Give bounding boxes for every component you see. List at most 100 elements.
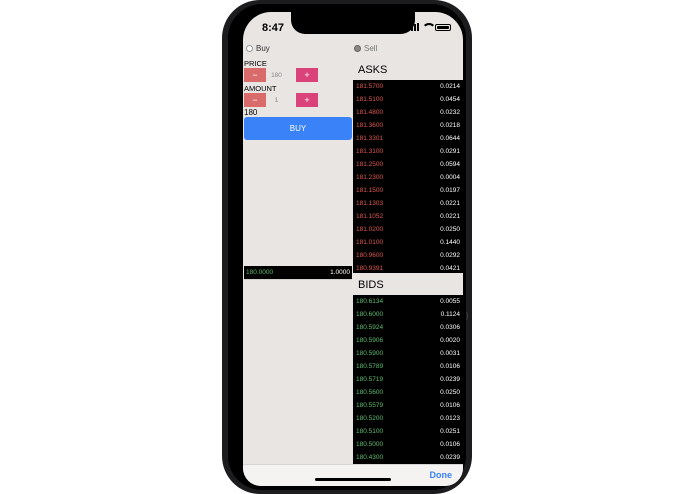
last-trade-amount: 1.0000 [330, 269, 350, 276]
amount-increment-button[interactable]: + [296, 93, 318, 107]
asks-amount: 0.0197 [440, 187, 460, 194]
asks-amount: 0.0221 [440, 213, 460, 220]
bids-row[interactable]: 180.5906 0.0020 [353, 334, 463, 347]
bids-price: 180.6134 [356, 298, 384, 305]
amount-input[interactable] [266, 93, 287, 107]
radio-selected-icon [354, 45, 361, 52]
price-decrement-button[interactable]: − [244, 68, 266, 82]
bids-price: 180.5000 [356, 441, 384, 448]
order-total: 180 [244, 108, 258, 117]
asks-row[interactable]: 181.0100 0.1440 [353, 236, 463, 249]
asks-amount: 0.0250 [440, 226, 460, 233]
bids-row[interactable]: 180.5924 0.0306 [353, 321, 463, 334]
asks-amount: 0.0218 [440, 122, 460, 129]
bids-price: 180.5600 [356, 389, 384, 396]
buy-button[interactable]: BUY [244, 117, 352, 140]
bids-price: 180.4300 [356, 454, 384, 461]
asks-price: 181.2500 [356, 161, 384, 168]
bids-price: 180.5100 [356, 428, 384, 435]
bids-row[interactable]: 180.5579 0.0106 [353, 399, 463, 412]
bids-price: 180.5200 [356, 415, 384, 422]
asks-row[interactable]: 180.9600 0.0292 [353, 249, 463, 262]
asks-price: 181.1303 [356, 200, 384, 207]
asks-row[interactable]: 181.5100 0.0454 [353, 93, 463, 106]
bids-price: 180.6000 [356, 311, 384, 318]
bids-amount: 0.0106 [440, 402, 460, 409]
wifi-icon [422, 23, 436, 31]
asks-header: ASKS [353, 58, 463, 80]
asks-row[interactable]: 181.2300 0.0004 [353, 171, 463, 184]
bids-price: 180.5900 [356, 350, 384, 357]
asks-price: 180.9600 [356, 252, 384, 259]
asks-row[interactable]: 181.1500 0.0197 [353, 184, 463, 197]
asks-row[interactable]: 181.1052 0.0221 [353, 210, 463, 223]
asks-amount: 0.0644 [440, 135, 460, 142]
device-frame: 8:47 Buy Sell PRICE − + [222, 0, 472, 494]
bottom-toolbar: Done [243, 464, 463, 486]
asks-amount: 0.0292 [440, 252, 460, 259]
bids-row[interactable]: 180.5200 0.0123 [353, 412, 463, 425]
bids-amount: 0.0123 [440, 415, 460, 422]
asks-amount: 0.0421 [440, 265, 460, 272]
bids-row[interactable]: 180.6000 0.1124 [353, 308, 463, 321]
device-bezel: 8:47 Buy Sell PRICE − + [228, 4, 466, 490]
price-increment-button[interactable]: + [296, 68, 318, 82]
asks-amount: 0.0594 [440, 161, 460, 168]
bids-amount: 0.0106 [440, 441, 460, 448]
side-glyph: } [466, 313, 469, 320]
asks-price: 181.2300 [356, 174, 384, 181]
notch [291, 12, 415, 34]
buy-option[interactable]: Buy [246, 44, 270, 53]
asks-list: 181.5700 0.0214 181.5100 0.0454 181.4800 0.02… [353, 80, 463, 275]
buy-option-label: Buy [256, 44, 270, 53]
radio-unselected-icon [246, 45, 253, 52]
bids-amount: 0.0106 [440, 363, 460, 370]
asks-price: 181.3600 [356, 122, 384, 129]
bids-price: 180.5719 [356, 376, 384, 383]
sell-option[interactable]: Sell [354, 44, 377, 53]
price-stepper: − + [244, 68, 318, 82]
asks-price: 181.1500 [356, 187, 384, 194]
asks-row[interactable]: 181.3301 0.0644 [353, 132, 463, 145]
asks-price: 181.5100 [356, 96, 384, 103]
bids-row[interactable]: 180.6134 0.0055 [353, 295, 463, 308]
asks-amount: 0.0221 [440, 200, 460, 207]
asks-row[interactable]: 181.3600 0.0218 [353, 119, 463, 132]
done-button[interactable]: Done [430, 470, 453, 480]
bids-amount: 0.0031 [440, 350, 460, 357]
bids-row[interactable]: 180.5100 0.0251 [353, 425, 463, 438]
asks-amount: 0.0004 [440, 174, 460, 181]
asks-row[interactable]: 181.0200 0.0250 [353, 223, 463, 236]
asks-row[interactable]: 181.3100 0.0291 [353, 145, 463, 158]
bids-row[interactable]: 180.5789 0.0106 [353, 360, 463, 373]
status-icons [408, 23, 451, 31]
asks-amount: 0.1440 [440, 239, 460, 246]
bids-row[interactable]: 180.5000 0.0106 [353, 438, 463, 451]
asks-price: 181.0200 [356, 226, 384, 233]
home-indicator [315, 478, 391, 481]
bids-amount: 0.1124 [440, 311, 460, 318]
asks-row[interactable]: 181.4800 0.0232 [353, 106, 463, 119]
price-input[interactable] [266, 68, 287, 82]
bids-row[interactable]: 180.4300 0.0239 [353, 451, 463, 464]
bids-row[interactable]: 180.5600 0.0250 [353, 386, 463, 399]
bids-row[interactable]: 180.5719 0.0239 [353, 373, 463, 386]
bids-price: 180.5789 [356, 363, 384, 370]
asks-row[interactable]: 181.2500 0.0594 [353, 158, 463, 171]
battery-icon [435, 23, 451, 31]
left-empty-panel [244, 279, 352, 464]
asks-row[interactable]: 181.1303 0.0221 [353, 197, 463, 210]
amount-decrement-button[interactable]: − [244, 93, 266, 107]
amount-label: AMOUNT [244, 84, 277, 93]
bids-amount: 0.0055 [440, 298, 460, 305]
price-label: PRICE [244, 59, 267, 68]
bids-row[interactable]: 180.5900 0.0031 [353, 347, 463, 360]
bids-amount: 0.0251 [440, 428, 460, 435]
asks-price: 181.4800 [356, 109, 384, 116]
bids-amount: 0.0250 [440, 389, 460, 396]
asks-row[interactable]: 181.5700 0.0214 [353, 80, 463, 93]
asks-price: 181.1052 [356, 213, 384, 220]
asks-price: 181.5700 [356, 83, 384, 90]
amount-stepper: − + [244, 93, 318, 107]
bids-header: BIDS [353, 273, 463, 295]
